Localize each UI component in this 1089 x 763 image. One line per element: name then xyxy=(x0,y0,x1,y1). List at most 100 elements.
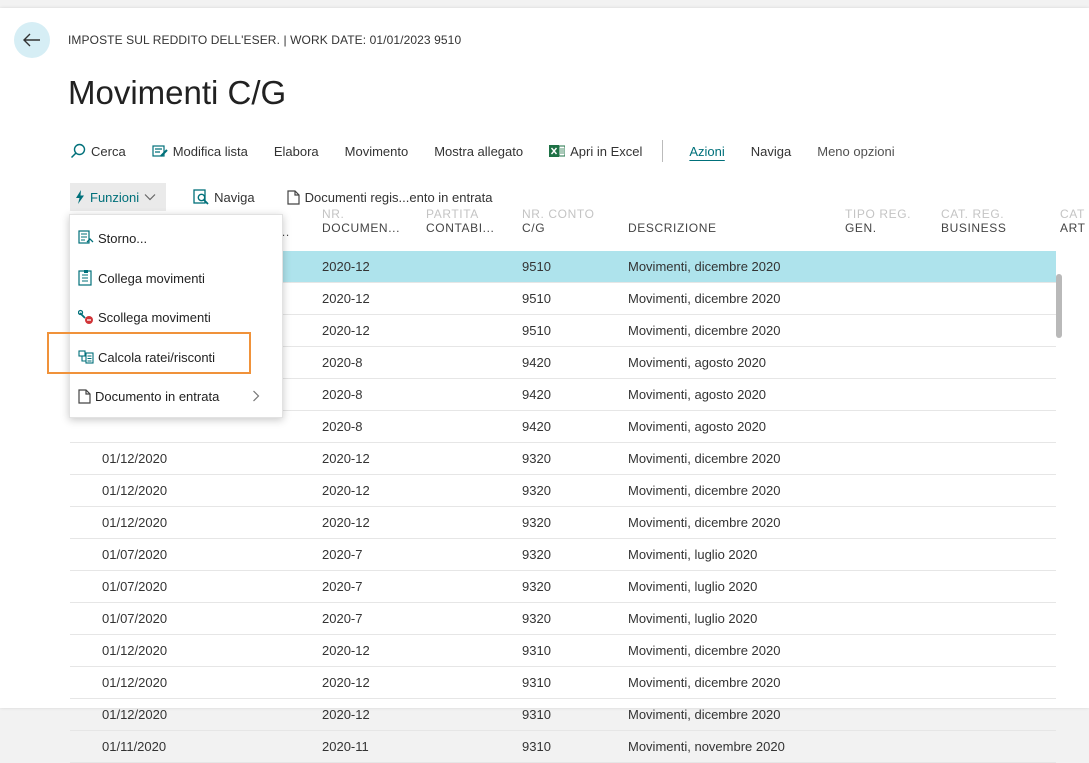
search-icon xyxy=(70,143,86,159)
arrow-left-icon xyxy=(23,33,40,47)
cell-desc: Movimenti, dicembre 2020 xyxy=(628,451,781,466)
cell-desc: Movimenti, dicembre 2020 xyxy=(628,323,781,338)
cell-doc: 2020-7 xyxy=(322,579,363,594)
cell-doc: 2020-8 xyxy=(322,355,363,370)
column-header-gen-posting[interactable]: TIPO REG. GEN. xyxy=(845,207,911,235)
table-row[interactable]: 01/12/2020 2020-12 9320 Movimenti, dicembre… xyxy=(70,475,1056,507)
cell-date: 01/12/2020 xyxy=(102,707,168,722)
cell-desc: Movimenti, luglio 2020 xyxy=(628,579,758,594)
column-header-business[interactable]: CAT. REG. BUSINESS xyxy=(941,207,1007,235)
menu-item-incoming-document[interactable]: Documento in entrata xyxy=(78,383,274,409)
back-button[interactable] xyxy=(14,22,50,58)
cell-acc: 9320 xyxy=(522,547,551,562)
cell-desc: Movimenti, dicembre 2020 xyxy=(628,483,781,498)
chevron-down-icon xyxy=(144,194,156,201)
cell-acc: 9320 xyxy=(522,451,551,466)
cell-desc: Movimenti, agosto 2020 xyxy=(628,355,767,370)
table-row[interactable]: 01/12/2020 2020-12 9320 Movimenti, dicembre… xyxy=(70,507,1056,539)
table-row[interactable]: 01/12/2020 2020-12 9310 Movimenti, dicembre… xyxy=(70,635,1056,667)
menu-item-label: Scollega movimenti xyxy=(98,309,211,325)
process-menu[interactable]: Elabora xyxy=(274,144,319,159)
table-row[interactable]: 01/07/2020 2020-7 9320 Movimenti, luglio 20… xyxy=(70,539,1056,571)
table-row[interactable]: 01/07/2020 2020-7 9320 Movimenti, luglio 20… xyxy=(70,603,1056,635)
menu-item-label: Collega movimenti xyxy=(98,270,205,286)
search-button[interactable]: Cerca xyxy=(70,143,126,159)
navigate-icon xyxy=(193,189,209,205)
entry-menu[interactable]: Movimento xyxy=(345,144,409,159)
cell-acc: 9420 xyxy=(522,355,551,370)
edit-list-button[interactable]: Modifica lista xyxy=(152,144,248,159)
menu-item-link-entries[interactable]: Collega movimenti xyxy=(78,265,274,291)
table-row[interactable]: 01/07/2020 2020-7 9320 Movimenti, luglio 20… xyxy=(70,571,1056,603)
cell-date: 01/11/2020 xyxy=(102,739,167,754)
process-label: Elabora xyxy=(273,143,319,159)
cell-doc: 2020-12 xyxy=(322,643,370,658)
cell-acc: 9320 xyxy=(522,611,551,626)
column-header-description[interactable]: DESCRIZIONE xyxy=(628,221,717,235)
tab-actions[interactable]: Azioni xyxy=(689,144,724,159)
cell-date: 01/07/2020 xyxy=(102,547,168,562)
menu-item-reverse[interactable]: Storno... xyxy=(78,225,274,251)
cell-acc: 9510 xyxy=(522,291,551,306)
cell-desc: Movimenti, luglio 2020 xyxy=(628,611,758,626)
cell-date: 01/07/2020 xyxy=(102,611,168,626)
cell-desc: Movimenti, luglio 2020 xyxy=(628,547,758,562)
cell-doc: 2020-12 xyxy=(322,451,370,466)
cell-date: 01/12/2020 xyxy=(102,451,168,466)
column-header-entry[interactable]: PARTITA CONTABI... xyxy=(426,207,494,235)
chevron-right-icon xyxy=(253,390,260,402)
cell-desc: Movimenti, dicembre 2020 xyxy=(628,291,781,306)
cell-doc: 2020-11 xyxy=(322,739,369,754)
cell-desc: Movimenti, dicembre 2020 xyxy=(628,675,781,690)
show-attachment-button[interactable]: Mostra allegato xyxy=(434,144,523,159)
cell-doc: 2020-7 xyxy=(322,547,363,562)
navigate-button[interactable]: Naviga xyxy=(188,183,259,211)
cell-acc: 9320 xyxy=(522,515,551,530)
cell-doc: 2020-12 xyxy=(322,707,370,722)
column-header-account[interactable]: NR. CONTO C/G xyxy=(522,207,595,235)
cell-acc: 9310 xyxy=(522,675,551,690)
cell-acc: 9320 xyxy=(522,483,551,498)
fewer-options-button[interactable]: Meno opzioni xyxy=(817,144,894,159)
open-in-excel-label: Apri in Excel xyxy=(570,143,643,159)
open-in-excel-button[interactable]: Apri in Excel xyxy=(549,144,642,159)
cell-date: 01/12/2020 xyxy=(102,515,168,530)
cell-date: 01/12/2020 xyxy=(102,643,168,658)
edit-list-label: Modifica lista xyxy=(172,143,248,159)
highlight-box xyxy=(47,332,251,374)
column-header-document[interactable]: NR. DOCUMEN... xyxy=(322,207,400,235)
cell-doc: 2020-12 xyxy=(322,675,370,690)
cell-doc: 2020-12 xyxy=(322,515,370,530)
unlink-entries-icon xyxy=(78,309,93,324)
cell-desc: Movimenti, dicembre 2020 xyxy=(628,259,781,274)
tab-navigate[interactable]: Naviga xyxy=(751,144,791,159)
search-label: Cerca xyxy=(91,143,126,159)
table-row[interactable]: 01/12/2020 2020-12 9310 Movimenti, dicembre… xyxy=(70,667,1056,699)
edit-list-icon xyxy=(152,145,168,157)
cell-acc: 9310 xyxy=(522,739,551,754)
link-entries-icon xyxy=(78,270,92,286)
action-bar: Cerca Modifica lista Elabora Movimento M… xyxy=(70,139,921,163)
cell-desc: Movimenti, agosto 2020 xyxy=(628,387,767,402)
menu-item-unlink-entries[interactable]: Scollega movimenti xyxy=(78,304,274,330)
table-row[interactable]: 01/12/2020 2020-12 9320 Movimenti, dicembre… xyxy=(70,443,1056,475)
document-icon xyxy=(78,388,91,404)
functions-menu-button[interactable]: Funzioni xyxy=(70,183,167,211)
table-row[interactable]: 01/11/2020 2020-11 9310 Movimenti, novembre… xyxy=(70,731,1056,763)
cell-doc: 2020-7 xyxy=(322,611,363,626)
table-row[interactable]: 01/12/2020 2020-12 9310 Movimenti, dicembre… xyxy=(70,699,1056,731)
cell-acc: 9510 xyxy=(522,323,551,338)
document-icon xyxy=(287,189,300,205)
cell-date: 01/12/2020 xyxy=(102,675,168,690)
cell-date: 01/07/2020 xyxy=(102,579,168,594)
page-title: Movimenti C/G xyxy=(68,74,287,111)
cell-acc: 9310 xyxy=(522,643,551,658)
column-header-article[interactable]: CAT ART xyxy=(1060,207,1086,235)
functions-dropdown-menu: Storno... Collega movimenti Scollega mov… xyxy=(69,214,283,418)
excel-icon xyxy=(549,145,566,157)
cell-acc: 9420 xyxy=(522,419,551,434)
cell-doc: 2020-8 xyxy=(322,387,363,402)
scrollbar-thumb[interactable] xyxy=(1056,274,1062,338)
page: IMPOSTE SUL REDDITO DELL'ESER. | WORK DA… xyxy=(0,8,1089,763)
tab-navigate-label: Naviga xyxy=(750,143,792,159)
